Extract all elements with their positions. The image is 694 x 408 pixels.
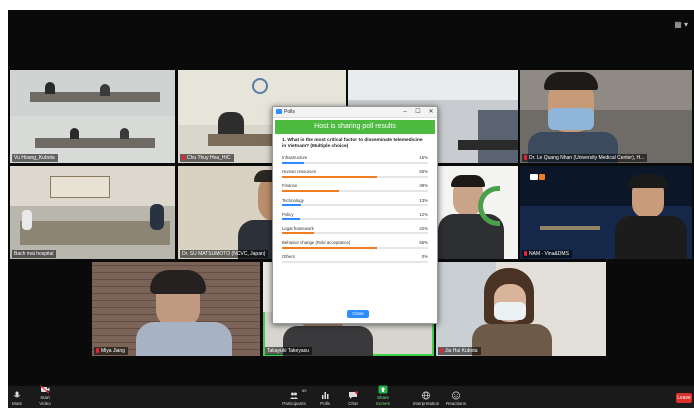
poll-option: Technology 13% xyxy=(282,196,428,210)
participant-name: Bach mai hospital xyxy=(12,250,57,258)
maximize-icon[interactable]: ☐ xyxy=(412,107,424,118)
participants-icon xyxy=(290,392,298,399)
poll-option: Infrastructure 15% xyxy=(282,153,428,167)
poll-options: Infrastructure 15% Human resources 65% Finan… xyxy=(273,153,437,267)
poll-option-bar xyxy=(282,218,300,221)
poll-option: Human resources 65% xyxy=(282,167,428,181)
poll-option-bar-track xyxy=(282,218,428,221)
poll-option-percent: 13% xyxy=(419,197,428,203)
participant-name: Takayuki Takeyasu xyxy=(265,347,312,355)
poll-option-percent: 15% xyxy=(419,155,428,160)
participants-count: 60 xyxy=(302,388,307,393)
leave-button[interactable]: Leave xyxy=(676,393,692,403)
participant-name: NAM - Vina&DMS xyxy=(522,250,572,258)
poll-option-percent: 65% xyxy=(419,240,428,246)
poll-option-percent: 0% xyxy=(421,254,428,260)
video-tile[interactable]: Dr. Le Quang Nhan (University Medical Ce… xyxy=(520,70,692,163)
chat-icon xyxy=(349,391,358,399)
video-tile[interactable]: Miya Jiang xyxy=(92,262,260,356)
participant-name: Vu Hoang_Kubota xyxy=(12,154,58,162)
poll-question: 1. What is the most critical factor to d… xyxy=(282,138,423,149)
poll-option-label: Infrastructure xyxy=(282,155,308,160)
poll-option-label: Finance xyxy=(282,183,298,189)
video-tile[interactable]: NAM - Vina&DMS xyxy=(520,166,692,259)
polls-icon xyxy=(322,392,329,399)
poll-option: Legal framework 22% xyxy=(282,224,428,238)
poll-option: Behavior change (Role acceptance) 65% xyxy=(282,238,428,252)
participant-name: Dr. SU MATSUMOTO (NCVC, Japan) xyxy=(180,250,269,258)
poll-option: Finance 39% xyxy=(282,181,428,195)
poll-option-bar-track xyxy=(282,232,428,235)
mute-button[interactable]: Mute xyxy=(10,391,24,407)
poll-results-dialog: Polls – ☐ ✕ Host is sharing poll results… xyxy=(272,106,438,324)
poll-option-percent: 22% xyxy=(419,225,428,231)
video-tile[interactable]: Vu Hoang_Kubota xyxy=(10,70,175,163)
close-icon[interactable]: ✕ xyxy=(425,107,437,118)
poll-option-bar-track xyxy=(282,260,428,263)
participant-name: Miya Jiang xyxy=(94,347,128,355)
poll-option-percent: 39% xyxy=(419,183,428,189)
zoom-meeting-window: ▦ ▾ Vu Hoang_Kubota Chu Thuy Hoa_HIC Dr.… xyxy=(8,10,694,408)
poll-option-label: Technology xyxy=(282,197,304,203)
polls-button[interactable]: Polls xyxy=(318,391,332,407)
poll-window-title: Polls xyxy=(284,109,295,115)
video-tile[interactable]: Jia Hui Kubota xyxy=(436,262,606,356)
poll-option-bar xyxy=(282,204,301,207)
start-video-button[interactable]: Start Video xyxy=(34,385,56,407)
meeting-toolbar: Mute Start Video Participants 60 Polls C… xyxy=(8,385,694,408)
participant-name: Jia Hui Kubota xyxy=(438,347,481,355)
poll-option-label: Behavior change (Role acceptance) xyxy=(282,240,351,246)
poll-option-bar-track xyxy=(282,161,428,164)
minimize-icon[interactable]: – xyxy=(399,107,411,118)
poll-option-percent: 12% xyxy=(419,211,428,217)
zoom-app-icon xyxy=(276,109,282,114)
close-button[interactable]: Close xyxy=(347,310,369,318)
smiley-icon xyxy=(452,391,460,400)
poll-titlebar: Polls – ☐ ✕ xyxy=(273,107,437,118)
poll-option-bar-track xyxy=(282,175,428,178)
poll-option: Policy 12% xyxy=(282,210,428,224)
poll-option-bar xyxy=(282,189,339,192)
poll-option-percent: 65% xyxy=(419,169,428,175)
poll-option-bar-track xyxy=(282,189,428,192)
view-toggle-icon[interactable]: ▦ ▾ xyxy=(674,20,688,29)
microphone-icon xyxy=(13,391,21,398)
participant-name: Chu Thuy Hoa_HIC xyxy=(180,154,234,162)
video-tile[interactable]: Bach mai hospital xyxy=(10,166,175,259)
poll-option-label: Policy xyxy=(282,211,294,217)
poll-option-label: Human resources xyxy=(282,169,316,175)
globe-icon xyxy=(422,391,430,400)
video-camera-icon xyxy=(40,385,50,394)
poll-option-bar-track xyxy=(282,246,428,249)
poll-option-bar xyxy=(282,232,315,235)
poll-option-bar xyxy=(282,246,377,249)
share-screen-icon xyxy=(378,385,388,394)
poll-option: Others 0% xyxy=(282,252,428,266)
reactions-button[interactable]: Reactions xyxy=(444,391,468,407)
poll-option-bar xyxy=(282,175,377,178)
chat-button[interactable]: Chat xyxy=(346,391,360,407)
poll-option-label: Legal framework xyxy=(282,225,314,231)
poll-option-bar-track xyxy=(282,204,428,207)
poll-option-bar xyxy=(282,161,304,164)
interpretation-button[interactable]: Interpretation xyxy=(412,391,440,407)
poll-header: Host is sharing poll results xyxy=(275,120,435,134)
share-screen-button[interactable]: Share Screen xyxy=(370,385,396,407)
participant-name: Dr. Le Quang Nhan (University Medical Ce… xyxy=(522,154,648,162)
poll-option-label: Others xyxy=(282,254,295,260)
